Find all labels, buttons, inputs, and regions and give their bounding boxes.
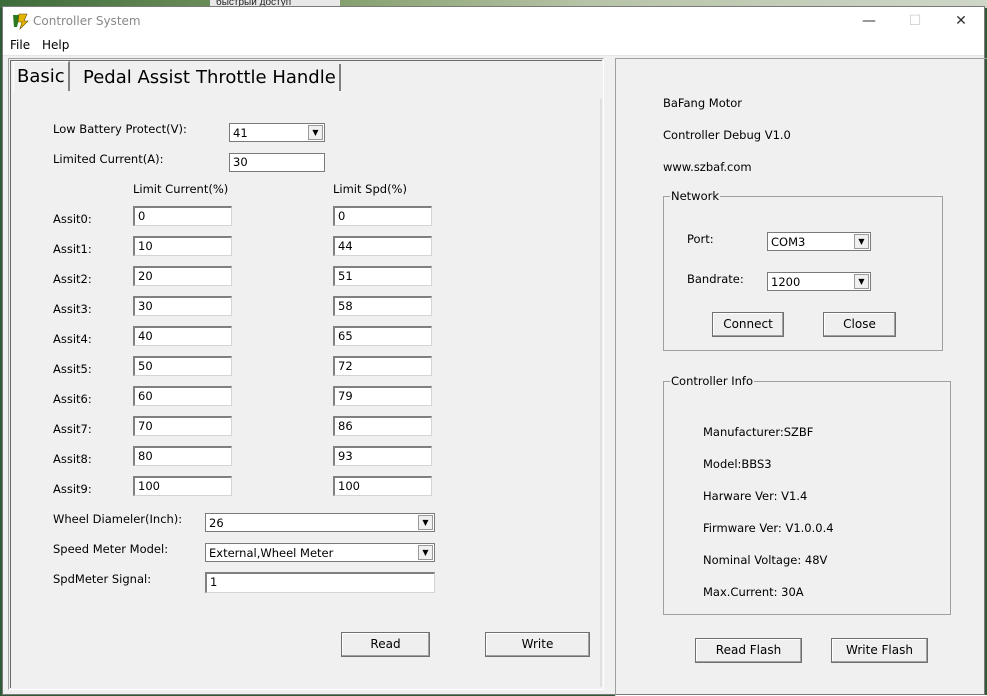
assist-label: Assit6: [53, 392, 92, 406]
assist-label: Assit9: [53, 482, 92, 496]
baudrate-label: Bandrate: [687, 272, 744, 286]
minimize-button[interactable]: — [846, 7, 892, 35]
wheel-diameter-value: 26 [209, 516, 224, 530]
assist-label: Assit7: [53, 422, 92, 436]
limited-current-input[interactable]: 30 [229, 153, 325, 172]
wheel-diameter-label: Wheel Diameler(Inch): [53, 512, 183, 526]
menu-bar: File Help [3, 35, 984, 56]
speed-meter-label: Speed Meter Model: [53, 542, 169, 556]
low-battery-select[interactable]: 41 ▼ [229, 123, 325, 142]
panel-divider [600, 99, 602, 687]
brand-text: BaFang Motor [663, 96, 743, 110]
debug-version-text: Controller Debug V1.0 [663, 128, 791, 142]
assist-limit-current-input[interactable]: 100 [133, 476, 232, 496]
manufacturer-text: Manufacturer:SZBF [703, 425, 814, 439]
assist-limit-current-input[interactable]: 20 [133, 266, 232, 286]
chevron-down-icon[interactable]: ▼ [308, 125, 323, 140]
assist-label: Assit8: [53, 452, 92, 466]
assist-limit-spd-input[interactable]: 72 [333, 356, 432, 376]
col-limit-spd-header: Limit Spd(%) [333, 182, 407, 196]
assist-label: Assit3: [53, 302, 92, 316]
assist-label: Assit5: [53, 362, 92, 376]
app-logo-icon [11, 12, 29, 31]
close-window-button[interactable]: ✕ [938, 7, 984, 35]
assist-limit-spd-input[interactable]: 58 [333, 296, 432, 316]
speed-meter-select[interactable]: External,Wheel Meter ▼ [205, 543, 435, 562]
speed-meter-value: External,Wheel Meter [209, 546, 334, 560]
limited-current-label: Limited Current(A): [53, 152, 164, 166]
menu-file[interactable]: File [10, 38, 30, 52]
assist-limit-spd-input[interactable]: 86 [333, 416, 432, 436]
assist-limit-spd-input[interactable]: 0 [333, 206, 432, 226]
assist-limit-spd-input[interactable]: 44 [333, 236, 432, 256]
menu-help[interactable]: Help [42, 38, 69, 52]
close-port-button[interactable]: Close [823, 312, 896, 337]
spdmeter-signal-input[interactable]: 1 [205, 572, 435, 593]
window-title: Controller System [33, 14, 141, 28]
network-group-title: Network [670, 189, 721, 203]
nominal-voltage-text: Nominal Voltage: 48V [703, 553, 828, 567]
controller-info-group: Controller Info Manufacturer:SZBF Model:… [663, 374, 951, 615]
info-panel: BaFang Motor Controller Debug V1.0 www.s… [615, 58, 987, 696]
chevron-down-icon[interactable]: ▼ [854, 274, 869, 289]
maximize-button[interactable]: ☐ [892, 7, 938, 35]
assist-label: Assit4: [53, 332, 92, 346]
port-select[interactable]: COM3 ▼ [767, 232, 871, 251]
write-flash-button[interactable]: Write Flash [831, 638, 928, 663]
tab-throttle-handle[interactable]: Throttle Handle [193, 64, 341, 91]
title-bar[interactable]: Controller System — ☐ ✕ [3, 7, 984, 35]
assist-limit-current-input[interactable]: 60 [133, 386, 232, 406]
low-battery-label: Low Battery Protect(V): [53, 122, 187, 136]
website-text: www.szbaf.com [663, 160, 752, 174]
app-window: Controller System — ☐ ✕ File Help Basic … [2, 6, 987, 696]
chevron-down-icon[interactable]: ▼ [418, 515, 433, 530]
network-group: Network Port: COM3 ▼ Bandrate: 1200 ▼ Co… [663, 189, 943, 351]
assist-limit-current-input[interactable]: 10 [133, 236, 232, 256]
assist-limit-spd-input[interactable]: 65 [333, 326, 432, 346]
port-value: COM3 [771, 235, 806, 249]
spdmeter-signal-label: SpdMeter Signal: [53, 572, 152, 586]
assist-limit-spd-input[interactable]: 100 [333, 476, 432, 496]
assist-limit-current-input[interactable]: 80 [133, 446, 232, 466]
baudrate-value: 1200 [771, 275, 801, 289]
assist-label: Assit0: [53, 212, 92, 226]
assist-limit-current-input[interactable]: 40 [133, 326, 232, 346]
max-current-text: Max.Current: 30A [703, 585, 804, 599]
firmware-version-text: Firmware Ver: V1.0.0.4 [703, 521, 834, 535]
assist-limit-current-input[interactable]: 30 [133, 296, 232, 316]
baudrate-select[interactable]: 1200 ▼ [767, 272, 871, 291]
assist-limit-current-input[interactable]: 50 [133, 356, 232, 376]
assist-limit-current-input[interactable]: 0 [133, 206, 232, 226]
wheel-diameter-select[interactable]: 26 ▼ [205, 513, 435, 532]
basic-settings-panel: Basic Pedal Assist Throttle Handle Low B… [8, 58, 604, 690]
chevron-down-icon[interactable]: ▼ [854, 234, 869, 249]
assist-label: Assit1: [53, 242, 92, 256]
assist-limit-spd-input[interactable]: 79 [333, 386, 432, 406]
read-flash-button[interactable]: Read Flash [695, 638, 802, 663]
chevron-down-icon[interactable]: ▼ [418, 545, 433, 560]
write-button[interactable]: Write [485, 632, 590, 657]
assist-limit-spd-input[interactable]: 51 [333, 266, 432, 286]
col-limit-current-header: Limit Current(%) [133, 182, 229, 196]
low-battery-value: 41 [233, 126, 248, 140]
port-label: Port: [687, 232, 714, 246]
assist-limit-spd-input[interactable]: 93 [333, 446, 432, 466]
assist-limit-current-input[interactable]: 70 [133, 416, 232, 436]
tab-pedal-assist[interactable]: Pedal Assist [80, 64, 195, 91]
read-button[interactable]: Read [341, 632, 430, 657]
connect-button[interactable]: Connect [712, 312, 784, 337]
tab-basic[interactable]: Basic [13, 61, 70, 91]
model-text: Model:BBS3 [703, 457, 772, 471]
assist-label: Assit2: [53, 272, 92, 286]
hardware-version-text: Harware Ver: V1.4 [703, 489, 808, 503]
controller-info-title: Controller Info [670, 374, 754, 388]
